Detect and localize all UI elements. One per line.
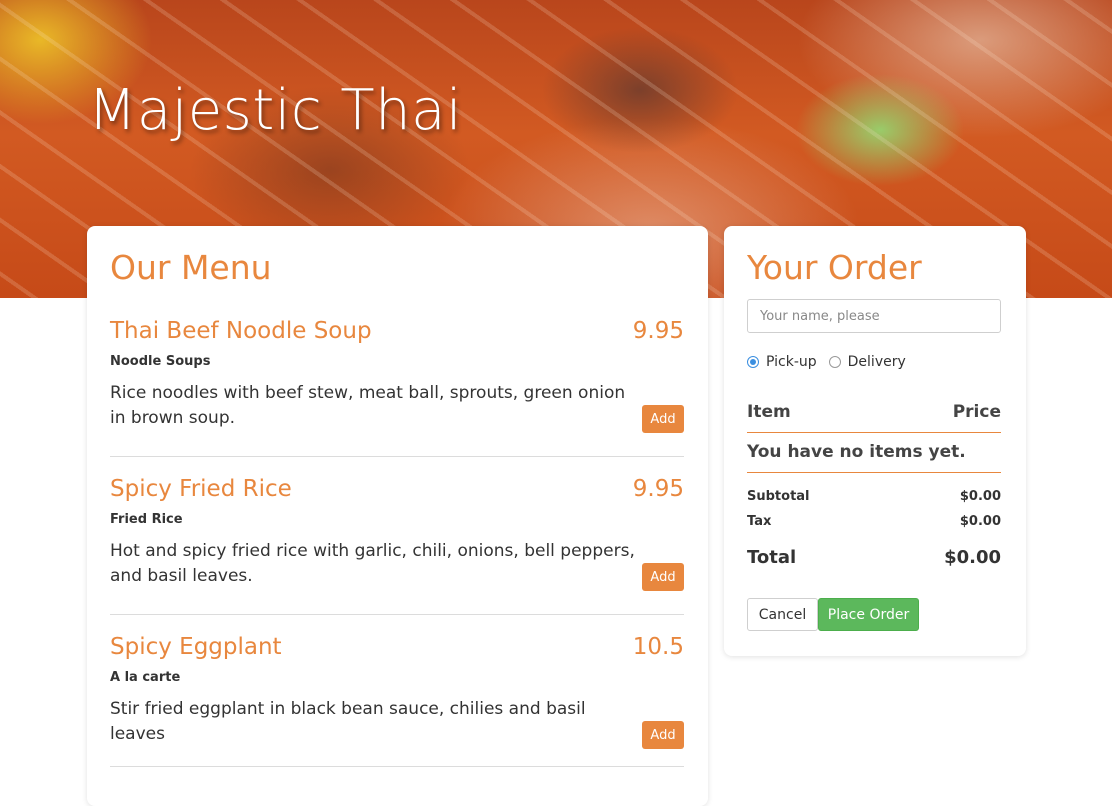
menu-item-category: Fried Rice (110, 512, 183, 527)
subtotal-row: Subtotal $0.00 (747, 489, 1001, 504)
order-card: Your Order Pick-up Delivery Item Price Y… (724, 226, 1026, 656)
menu-item-name: Thai Beef Noodle Soup (110, 318, 372, 344)
tax-value: $0.00 (959, 514, 1001, 529)
menu-item: Thai Beef Noodle Soup 9.95 Noodle Soups … (110, 318, 684, 458)
menu-item-name: Spicy Eggplant (110, 634, 282, 660)
total-value: $0.00 (944, 547, 1001, 568)
total-label: Total (747, 547, 797, 568)
delivery-radio[interactable] (828, 356, 841, 368)
order-table-header: Item Price (747, 402, 1001, 422)
menu-item-price: 9.95 (632, 318, 684, 344)
pickup-label[interactable]: Pick-up (766, 354, 817, 370)
place-order-button[interactable]: Place Order (818, 598, 919, 631)
tax-row: Tax $0.00 (747, 514, 1001, 529)
menu-card: Our Menu Thai Beef Noodle Soup 9.95 Nood… (87, 226, 708, 806)
tax-label: Tax (747, 514, 772, 529)
menu-item-price: 10.5 (632, 634, 684, 660)
menu-item-name: Spicy Fried Rice (110, 476, 292, 502)
add-button[interactable]: Add (642, 721, 684, 749)
empty-order-message: You have no items yet. (747, 442, 966, 462)
divider (110, 766, 684, 767)
menu-item-category: Noodle Soups (110, 354, 211, 369)
add-button[interactable]: Add (642, 405, 684, 433)
site-title: Majestic Thai (88, 78, 462, 143)
divider (747, 432, 1001, 433)
cancel-button[interactable]: Cancel (747, 598, 818, 631)
menu-item-category: A la carte (110, 670, 181, 685)
item-column-header: Item (747, 402, 791, 422)
divider (110, 614, 684, 615)
order-title: Your Order (747, 248, 922, 287)
menu-item-description: Hot and spicy fried rice with garlic, ch… (110, 541, 635, 586)
delivery-label[interactable]: Delivery (848, 354, 906, 370)
name-input[interactable] (747, 299, 1001, 333)
divider (747, 472, 1001, 473)
delivery-options: Pick-up Delivery (747, 354, 918, 370)
subtotal-value: $0.00 (959, 489, 1001, 504)
menu-item: Spicy Fried Rice 9.95 Fried Rice Hot and… (110, 476, 684, 616)
menu-title: Our Menu (110, 248, 272, 287)
menu-item-description: Stir fried eggplant in black bean sauce,… (110, 699, 586, 744)
total-row: Total $0.00 (747, 547, 1001, 568)
add-button[interactable]: Add (642, 563, 684, 591)
divider (110, 456, 684, 457)
menu-item: Spicy Eggplant 10.5 A la carte Stir frie… (110, 634, 684, 774)
menu-item-price: 9.95 (632, 476, 684, 502)
menu-item-description: Rice noodles with beef stew, meat ball, … (110, 383, 626, 428)
pickup-radio[interactable] (747, 356, 759, 368)
subtotal-label: Subtotal (747, 489, 810, 504)
price-column-header: Price (952, 402, 1001, 422)
